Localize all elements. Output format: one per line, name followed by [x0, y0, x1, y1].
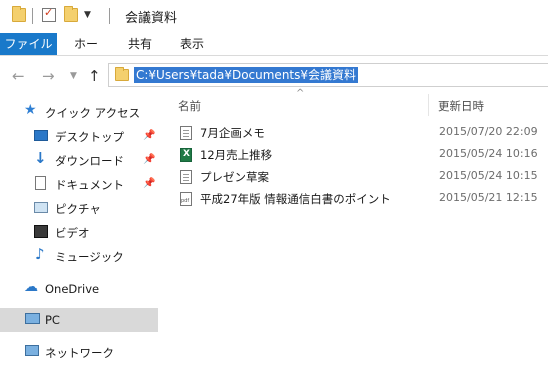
file-row[interactable]: 平成27年版 情報通信白書のポイント 2015/05/21 12:15	[176, 188, 548, 210]
column-divider[interactable]	[428, 94, 429, 116]
music-icon: ♪	[35, 245, 45, 263]
window-title: 会議資料	[125, 11, 178, 26]
file-modified: 2015/05/24 10:16	[439, 147, 538, 160]
star-icon: ★	[24, 102, 37, 118]
sidebar-item-label: PC	[45, 313, 60, 327]
sidebar-item-music[interactable]: ♪ ミュージック	[0, 244, 158, 268]
sidebar-item-label: ピクチャ	[55, 202, 101, 216]
file-name: 平成27年版 情報通信白書のポイント	[200, 192, 391, 206]
navigation-pane: ★ クイック アクセス デスクトップ 📌 ↓ ダウンロード 📌 ドキュメント 📌…	[0, 94, 158, 365]
sidebar-item-desktop[interactable]: デスクトップ 📌	[0, 124, 158, 148]
network-icon	[25, 345, 39, 356]
new-folder-icon[interactable]	[64, 6, 78, 22]
pin-icon[interactable]: 📌	[143, 130, 155, 141]
pictures-icon	[34, 202, 48, 213]
back-arrow-icon[interactable]: ←	[12, 67, 25, 85]
folder-icon	[12, 6, 26, 22]
navigation-bar: ← → ▼ ↑ C:¥Users¥tada¥Documents¥会議資料	[0, 56, 548, 94]
sidebar-item-label: OneDrive	[45, 282, 100, 296]
sidebar-item-quick-access[interactable]: ★ クイック アクセス	[0, 100, 158, 124]
address-bar[interactable]: C:¥Users¥tada¥Documents¥会議資料	[108, 63, 548, 87]
videos-icon	[34, 225, 48, 238]
sidebar-item-onedrive[interactable]: ☁ OneDrive	[0, 277, 158, 301]
up-arrow-icon[interactable]: ↑	[88, 67, 101, 85]
file-modified: 2015/05/24 10:15	[439, 169, 538, 182]
file-row[interactable]: プレゼン草案 2015/05/24 10:15	[176, 166, 548, 188]
sidebar-item-label: ドキュメント	[55, 178, 124, 192]
sidebar-item-label: クイック アクセス	[45, 106, 141, 120]
sidebar-item-documents[interactable]: ドキュメント 📌	[0, 172, 158, 196]
tab-share[interactable]: 共有	[125, 33, 155, 55]
title-bar: ▼ 会議資料	[0, 0, 548, 33]
pdf-file-icon	[180, 192, 192, 206]
sidebar-item-downloads[interactable]: ↓ ダウンロード 📌	[0, 148, 158, 172]
file-row[interactable]: 12月売上推移 2015/05/24 10:16	[176, 144, 548, 166]
desktop-icon	[34, 130, 48, 141]
sort-ascending-icon: ^	[296, 88, 305, 99]
file-modified: 2015/05/21 12:15	[439, 191, 538, 204]
text-file-icon	[180, 126, 192, 140]
download-icon: ↓	[34, 149, 47, 167]
sidebar-item-label: ネットワーク	[45, 346, 114, 360]
sidebar-item-videos[interactable]: ビデオ	[0, 220, 158, 244]
text-file-icon	[180, 170, 192, 184]
sidebar-item-label: デスクトップ	[55, 130, 124, 144]
cloud-icon: ☁	[24, 279, 38, 295]
recent-locations-icon[interactable]: ▼	[70, 71, 77, 81]
divider	[32, 8, 33, 24]
file-list: ^ 名前 更新日時 7月企画メモ 2015/07/20 22:09 12月売上推…	[158, 88, 548, 365]
forward-arrow-icon[interactable]: →	[42, 67, 55, 85]
file-name: 12月売上推移	[200, 148, 273, 162]
file-name: プレゼン草案	[200, 170, 269, 184]
sidebar-item-label: ミュージック	[55, 250, 124, 264]
address-path[interactable]: C:¥Users¥tada¥Documents¥会議資料	[134, 67, 359, 83]
computer-icon	[25, 313, 40, 324]
tab-home[interactable]: ホーム	[70, 33, 102, 73]
customize-quick-access-icon[interactable]: ▼	[84, 10, 91, 20]
properties-icon[interactable]	[42, 6, 56, 22]
divider	[109, 8, 110, 24]
sidebar-item-network[interactable]: ネットワーク	[0, 340, 158, 364]
sidebar-item-pc[interactable]: PC	[0, 308, 158, 332]
file-row[interactable]: 7月企画メモ 2015/07/20 22:09	[176, 122, 548, 144]
sidebar-item-label: ビデオ	[55, 226, 90, 240]
sidebar-item-pictures[interactable]: ピクチャ	[0, 196, 158, 220]
tab-view[interactable]: 表示	[177, 33, 207, 55]
excel-file-icon	[180, 148, 192, 162]
file-modified: 2015/07/20 22:09	[439, 125, 538, 138]
folder-icon	[115, 67, 129, 81]
pin-icon[interactable]: 📌	[143, 178, 155, 189]
tab-file[interactable]: ファイル	[0, 33, 57, 55]
ribbon-tabs: ファイル ホーム 共有 表示	[0, 33, 548, 73]
sidebar-item-label: ダウンロード	[55, 154, 124, 168]
column-header-modified[interactable]: 更新日時	[438, 98, 484, 114]
column-header-name[interactable]: 名前	[178, 98, 201, 114]
documents-icon	[35, 176, 46, 190]
pin-icon[interactable]: 📌	[143, 154, 155, 165]
file-name: 7月企画メモ	[200, 126, 265, 140]
